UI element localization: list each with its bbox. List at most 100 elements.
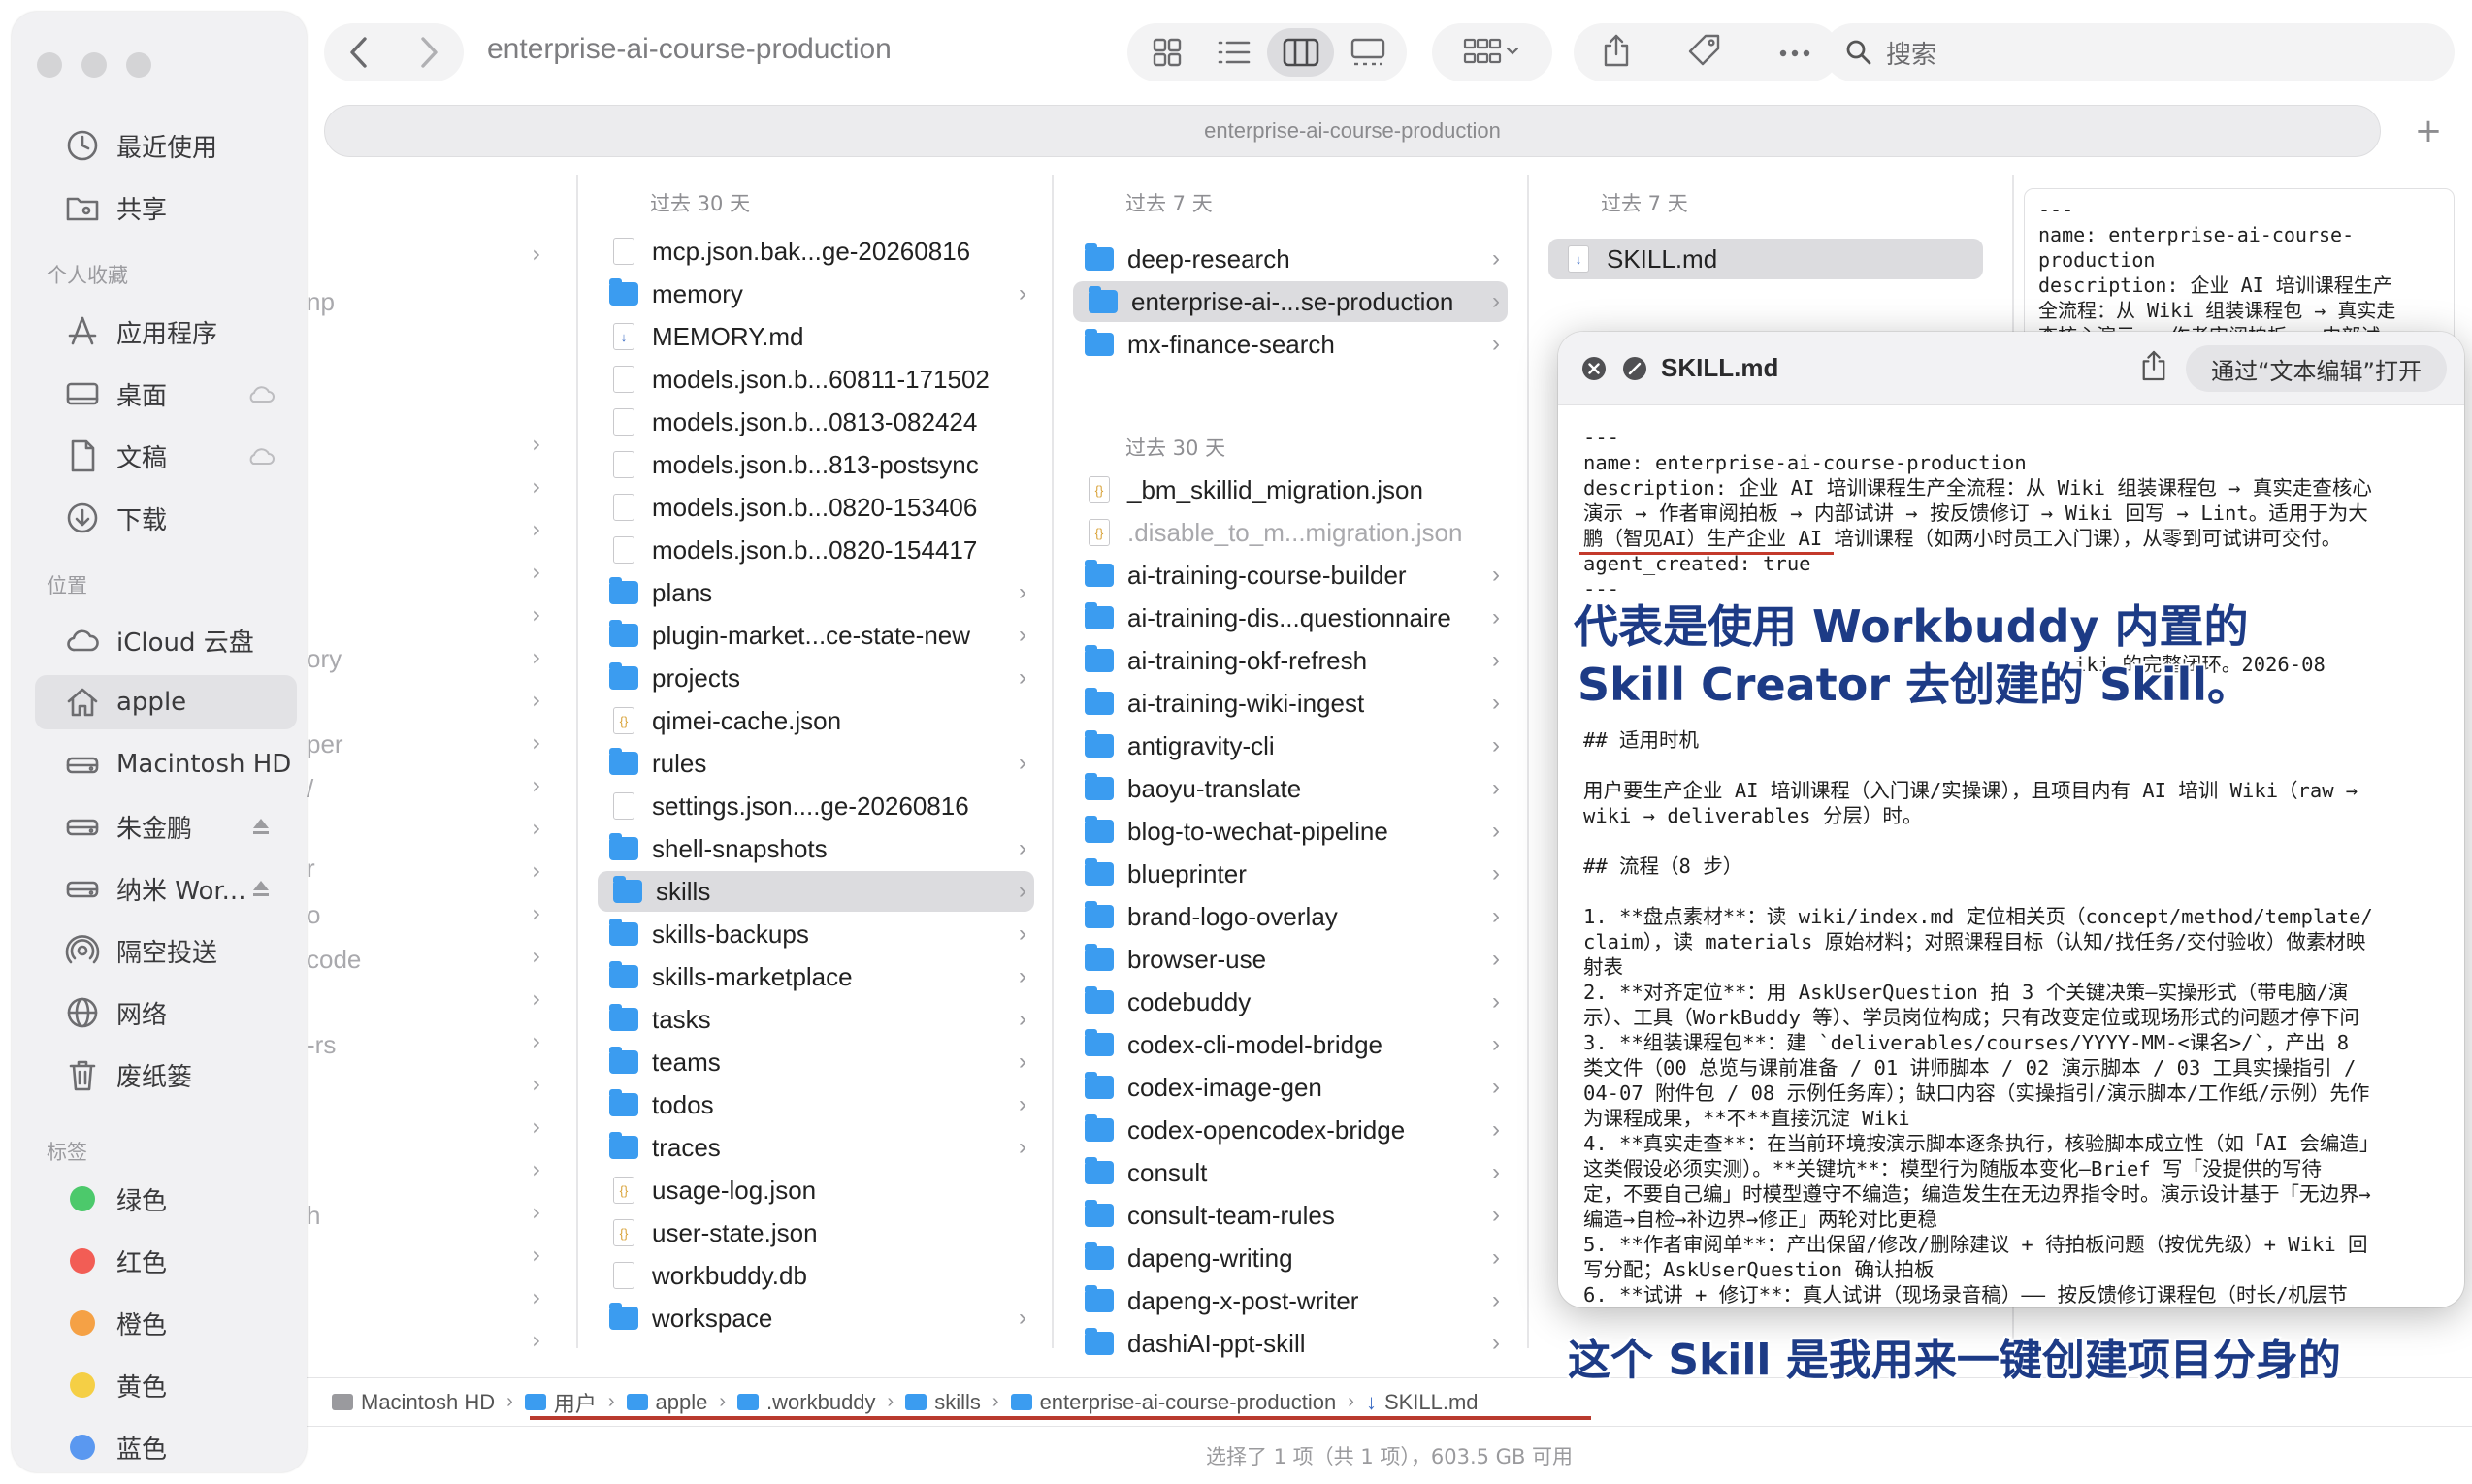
forward-button[interactable] (394, 23, 464, 81)
sidebar-item-location-5[interactable]: 隔空投送 (35, 923, 297, 978)
folder-item[interactable]: mx-finance-search › (1073, 324, 1508, 365)
list-view-button[interactable] (1200, 28, 1267, 77)
share-button[interactable] (1602, 33, 1631, 72)
minimize-window-button[interactable] (81, 52, 107, 78)
folder-item[interactable]: todos › (598, 1084, 1034, 1125)
breadcrumb-item[interactable]: .workbuddy (737, 1390, 876, 1415)
folder-item[interactable]: blueprinter › (1073, 854, 1508, 894)
folder-item[interactable]: projects › (598, 658, 1034, 698)
sidebar-item-clock[interactable]: 最近使用 (35, 118, 297, 173)
sidebar-item-desktop[interactable]: 桌面 (35, 367, 297, 421)
sidebar-item-accessory[interactable] (244, 816, 277, 837)
folder-item[interactable]: rules › (598, 743, 1034, 784)
folder-item[interactable]: codex-image-gen › (1073, 1067, 1508, 1108)
sidebar-item-location-7[interactable]: 废纸篓 (35, 1048, 297, 1102)
folder-item[interactable]: consult › (1073, 1152, 1508, 1193)
folder-item[interactable]: codex-opencodex-bridge › (1073, 1110, 1508, 1150)
folder-item[interactable]: codebuddy › (1073, 982, 1508, 1022)
folder-item[interactable]: skills › (598, 871, 1034, 912)
file-item[interactable]: models.json.b...813-postsync (598, 444, 1034, 485)
folder-item[interactable]: consult-team-rules › (1073, 1195, 1508, 1236)
item-icon-wrap (609, 1004, 638, 1033)
sidebar-item-download[interactable]: 下载 (35, 491, 297, 545)
more-button[interactable] (1778, 44, 1811, 62)
folder-item[interactable]: browser-use › (1073, 939, 1508, 980)
folder-item[interactable]: shell-snapshots › (598, 828, 1034, 869)
folder-item[interactable]: teams › (598, 1042, 1034, 1082)
new-tab-button[interactable]: + (2402, 105, 2455, 157)
group-button[interactable] (1432, 23, 1552, 81)
tag-button[interactable] (1687, 33, 1722, 72)
file-item[interactable]: workbuddy.db (598, 1255, 1034, 1296)
file-item[interactable]: models.json.b...60811-171502 (598, 359, 1034, 400)
sidebar-item-document[interactable]: 文稿 (35, 429, 297, 483)
close-window-button[interactable] (37, 52, 62, 78)
breadcrumb-item[interactable]: skills (905, 1390, 981, 1415)
breadcrumb-item[interactable]: apple (626, 1390, 707, 1415)
folder-item[interactable]: ai-training-dis...questionnaire › (1073, 597, 1508, 638)
folder-item[interactable]: plans › (598, 572, 1034, 613)
file-item[interactable]: models.json.b...0820-153406 (598, 487, 1034, 528)
folder-item[interactable]: dapeng-writing › (1073, 1238, 1508, 1278)
folder-item[interactable]: tasks › (598, 999, 1034, 1040)
file-item[interactable]: models.json.b...0820-154417 (598, 530, 1034, 570)
folder-item[interactable]: skills-backups › (598, 914, 1034, 954)
breadcrumb-item[interactable]: 用户 (524, 1387, 597, 1418)
sidebar-item-accessory[interactable] (244, 878, 277, 899)
folder-item[interactable]: ai-training-wiki-ingest › (1073, 683, 1508, 724)
sidebar-item-location-6[interactable]: 网络 (35, 985, 297, 1040)
file-item[interactable]: {} user-state.json (598, 1212, 1034, 1253)
folder-item[interactable]: ai-training-course-builder › (1073, 555, 1508, 596)
breadcrumb-item[interactable]: enterprise-ai-course-production (1010, 1390, 1336, 1415)
column-view-button[interactable] (1267, 28, 1334, 77)
file-item[interactable]: {} usage-log.json (598, 1170, 1034, 1210)
folder-item[interactable]: dapeng-x-post-writer › (1073, 1280, 1508, 1321)
folder-item[interactable]: skills-marketplace › (598, 956, 1034, 997)
folder-item[interactable]: traces › (598, 1127, 1034, 1168)
sidebar-tag-4[interactable]: 蓝色 (35, 1420, 297, 1472)
icon-view-button[interactable] (1133, 28, 1200, 77)
sidebar-item-apps[interactable]: 应用程序 (35, 305, 297, 359)
file-item[interactable]: {} qimei-cache.json (598, 700, 1034, 741)
folder-item[interactable]: plugin-market...ce-state-new › (598, 615, 1034, 656)
file-item[interactable]: ↓ SKILL.md (1548, 239, 1983, 279)
folder-item[interactable]: baoyu-translate › (1073, 768, 1508, 809)
folder-item[interactable]: codex-cli-model-bridge › (1073, 1024, 1508, 1065)
breadcrumb-item[interactable]: ↓ SKILL.md (1366, 1390, 1479, 1415)
quicklook-close-button[interactable] (1581, 356, 1607, 381)
sidebar-item-location-3[interactable]: 朱金鹏 (35, 799, 297, 854)
file-item[interactable]: models.json.b...0813-082424 (598, 402, 1034, 442)
file-item[interactable]: mcp.json.bak...ge-20260816 (598, 231, 1034, 272)
quicklook-share-button[interactable] (2140, 349, 2167, 386)
folder-item[interactable]: enterprise-ai-...se-production › (1073, 281, 1508, 322)
file-item[interactable]: ↓ MEMORY.md (598, 316, 1034, 357)
quicklook-fullscreen-button[interactable] (1622, 356, 1647, 381)
folder-item[interactable]: dashiAI-ppt-skill › (1073, 1323, 1508, 1364)
sidebar-tag-3[interactable]: 黄色 (35, 1358, 297, 1412)
folder-item[interactable]: blog-to-wechat-pipeline › (1073, 811, 1508, 852)
folder-item[interactable]: memory › (598, 274, 1034, 314)
sidebar-tag-1[interactable]: 红色 (35, 1234, 297, 1288)
search-field[interactable]: 搜索 (1824, 23, 2455, 81)
sidebar-item-location-0[interactable]: iCloud 云盘 (35, 613, 297, 667)
zoom-window-button[interactable] (126, 52, 151, 78)
sidebar-tag-0[interactable]: 绿色 (35, 1172, 297, 1226)
sidebar-tag-2[interactable]: 橙色 (35, 1296, 297, 1350)
sidebar-item-location-1[interactable]: apple (35, 675, 297, 729)
file-item[interactable]: {} .disable_to_m...migration.json (1073, 512, 1508, 553)
sidebar-item-location-2[interactable]: Macintosh HD (35, 737, 297, 791)
folder-item[interactable]: brand-logo-overlay › (1073, 896, 1508, 937)
file-item[interactable]: {} _bm_skillid_migration.json (1073, 469, 1508, 510)
folder-item[interactable]: deep-research › (1073, 239, 1508, 279)
sidebar-item-location-4[interactable]: 纳米 Wor... (35, 861, 297, 916)
open-with-textedit-button[interactable]: 通过“文本编辑”打开 (2186, 345, 2447, 392)
path-tab[interactable]: enterprise-ai-course-production (324, 105, 2381, 157)
folder-item[interactable]: antigravity-cli › (1073, 726, 1508, 766)
back-button[interactable] (324, 23, 394, 81)
folder-item[interactable]: workspace › (598, 1298, 1034, 1339)
folder-item[interactable]: ai-training-okf-refresh › (1073, 640, 1508, 681)
file-item[interactable]: settings.json....ge-20260816 (598, 786, 1034, 826)
sidebar-item-shared-folder[interactable]: 共享 (35, 180, 297, 235)
gallery-view-button[interactable] (1334, 28, 1401, 77)
breadcrumb-item[interactable]: Macintosh HD (332, 1390, 495, 1415)
